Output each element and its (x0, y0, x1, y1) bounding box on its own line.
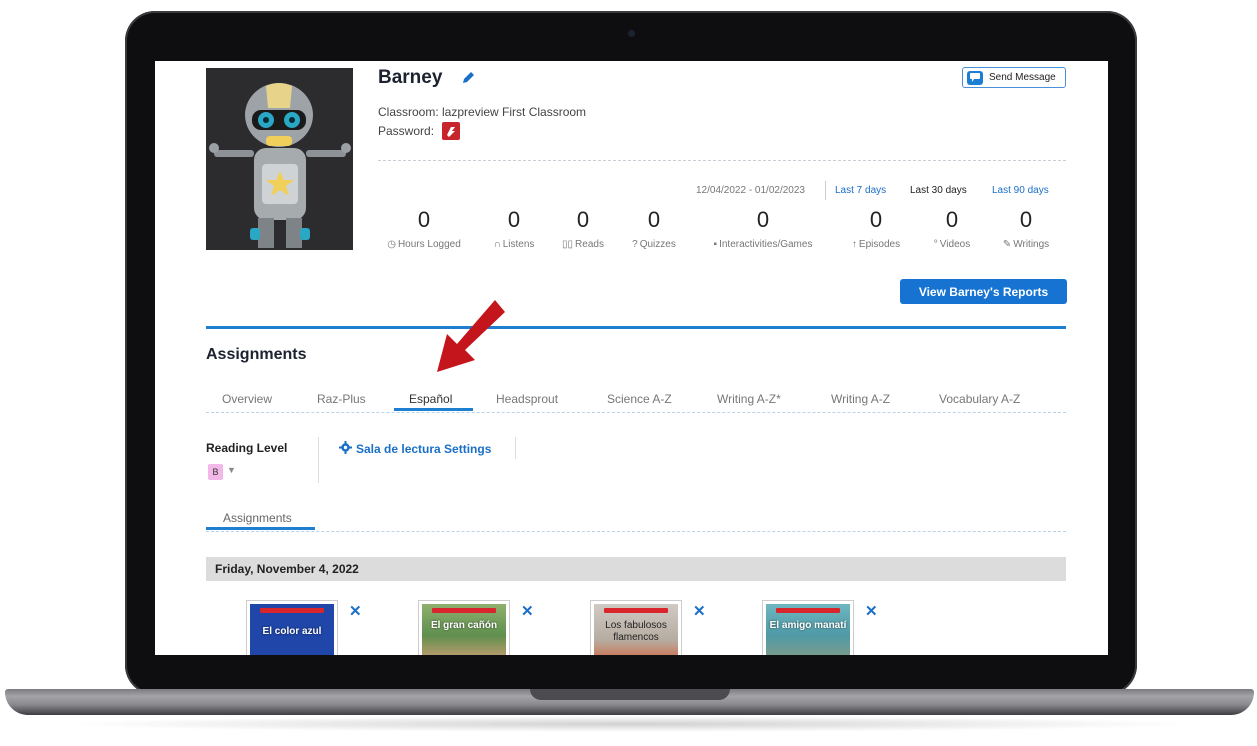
tab-vocabulary-a-z[interactable]: Vocabulary A-Z (939, 392, 1020, 406)
vertical-divider (515, 437, 516, 459)
chat-icon (967, 70, 983, 85)
stat-videos: 0 ° Videos (934, 207, 970, 250)
book-card[interactable]: El gran cañón (418, 600, 510, 655)
stat-value: 0 (647, 207, 661, 232)
tabs-divider (206, 412, 1066, 413)
tab-science-a-z[interactable]: Science A-Z (607, 392, 672, 406)
book-card[interactable]: El amigo manatí (762, 600, 854, 655)
stat-value: 0 (756, 207, 770, 232)
password-picture-icon[interactable] (442, 122, 460, 140)
book-title: El gran cañón (430, 620, 498, 631)
pencil-icon: ✎ (1002, 239, 1012, 250)
assignment-date-header: Friday, November 4, 2022 (206, 557, 1066, 581)
range-divider (825, 181, 826, 200)
send-message-label: Send Message (989, 72, 1056, 83)
remove-book-icon[interactable]: ✕ (521, 602, 534, 620)
cover-ribbon (260, 608, 324, 613)
section-divider (206, 326, 1066, 329)
vertical-divider (318, 437, 319, 483)
stat-label: Quizzes (639, 239, 676, 250)
active-tab-indicator (394, 408, 473, 411)
stat-value: 0 (417, 207, 431, 232)
book-title: El color azul (262, 626, 322, 637)
tab-writing-a-z-star[interactable]: Writing A-Z* (717, 392, 781, 406)
cover-ribbon (776, 608, 840, 613)
remove-book-icon[interactable]: ✕ (349, 602, 362, 620)
stat-value: 0 (869, 207, 883, 232)
stat-value: 0 (507, 207, 521, 232)
cover-ribbon (604, 608, 668, 613)
webcam (628, 30, 635, 37)
classroom-text: Classroom: lazpreview First Classroom (378, 105, 587, 119)
stat-interactivities-games: 0 ▪ Interactivities/Games (714, 207, 813, 250)
remove-book-icon[interactable]: ✕ (693, 602, 706, 620)
tab-headsprout[interactable]: Headsprout (496, 392, 558, 406)
stat-reads: 0 ▯▯ Reads (562, 207, 604, 250)
video-icon: ° (933, 239, 938, 250)
stat-quizzes: 0 ? Quizzes (632, 207, 676, 250)
stat-label: Episodes (858, 239, 901, 250)
book-title: Los fabulosos flamencos (605, 620, 667, 643)
laptop-shadow (60, 716, 1200, 732)
book-card[interactable]: Los fabulosos flamencos (590, 600, 682, 655)
subtabs-divider (206, 531, 1066, 532)
student-avatar (206, 68, 353, 250)
password-label: Password: (378, 124, 435, 138)
stat-label: Writings (1013, 239, 1050, 250)
reading-level-label: Reading Level (206, 441, 288, 455)
book-icon: ▯▯ (562, 239, 574, 250)
laptop-notch (530, 689, 730, 700)
stat-label: Listens (502, 239, 535, 250)
headphones-icon: ∩ (493, 239, 501, 250)
episodes-icon: ↑ (851, 239, 857, 250)
book-cover: El gran cañón (422, 604, 506, 655)
clock-icon: ◷ (387, 239, 396, 250)
question-icon: ? (632, 239, 638, 250)
book-title: El amigo manatí (769, 620, 847, 631)
stat-label: Videos (939, 239, 971, 250)
stat-value: 0 (1019, 207, 1033, 232)
view-reports-button[interactable]: View Barney's Reports (900, 279, 1067, 304)
stat-listens: 0 ∩ Listens (494, 207, 535, 250)
range-last-90-days[interactable]: Last 90 days (992, 185, 1049, 196)
stat-value: 0 (945, 207, 959, 232)
stat-episodes: 0 ↑ Episodes (852, 207, 900, 250)
tab-overview[interactable]: Overview (222, 392, 272, 406)
range-last-7-days[interactable]: Last 7 days (835, 185, 886, 196)
stat-label: Hours Logged (397, 239, 461, 250)
send-message-button[interactable]: Send Message (962, 67, 1066, 88)
stat-label: Interactivities/Games (719, 239, 813, 250)
stat-label: Reads (575, 239, 604, 250)
assignments-heading: Assignments (206, 346, 307, 363)
robot-avatar-image (206, 68, 353, 250)
tab-writing-a-z[interactable]: Writing A-Z (831, 392, 890, 406)
book-cover: El amigo manatí (766, 604, 850, 655)
book-cover: El color azul (250, 604, 334, 655)
student-name: Barney (378, 67, 443, 88)
divider (378, 160, 1066, 161)
range-last-30-days[interactable]: Last 30 days (910, 185, 967, 196)
date-range: 12/04/2022 - 01/02/2023 (696, 185, 805, 196)
remove-book-icon[interactable]: ✕ (865, 602, 878, 620)
tab-raz-plus[interactable]: Raz-Plus (317, 392, 366, 406)
subtab-assignments[interactable]: Assignments (223, 511, 292, 525)
chevron-down-icon[interactable]: ▼ (227, 465, 236, 475)
reading-level-badge[interactable]: B (208, 464, 223, 480)
stat-hours-logged: 0 ◷ Hours Logged (387, 207, 461, 250)
tab-espanol[interactable]: Español (409, 392, 452, 406)
cover-ribbon (432, 608, 496, 613)
book-cover: Los fabulosos flamencos (594, 604, 678, 655)
game-icon: ▪ (713, 239, 718, 250)
stat-writings: 0 ✎ Writings (1003, 207, 1049, 250)
stat-value: 0 (576, 207, 590, 232)
gear-icon (339, 441, 352, 457)
screen: Barney Classroom: lazpreview First Class… (155, 61, 1108, 655)
active-subtab-indicator (206, 527, 315, 530)
edit-pencil-icon[interactable] (461, 70, 476, 90)
settings-link-label: Sala de lectura Settings (356, 442, 492, 456)
sala-de-lectura-settings-link[interactable]: Sala de lectura Settings (339, 441, 491, 457)
red-arrow-annotation (437, 300, 505, 372)
book-card[interactable]: El color azul (246, 600, 338, 655)
